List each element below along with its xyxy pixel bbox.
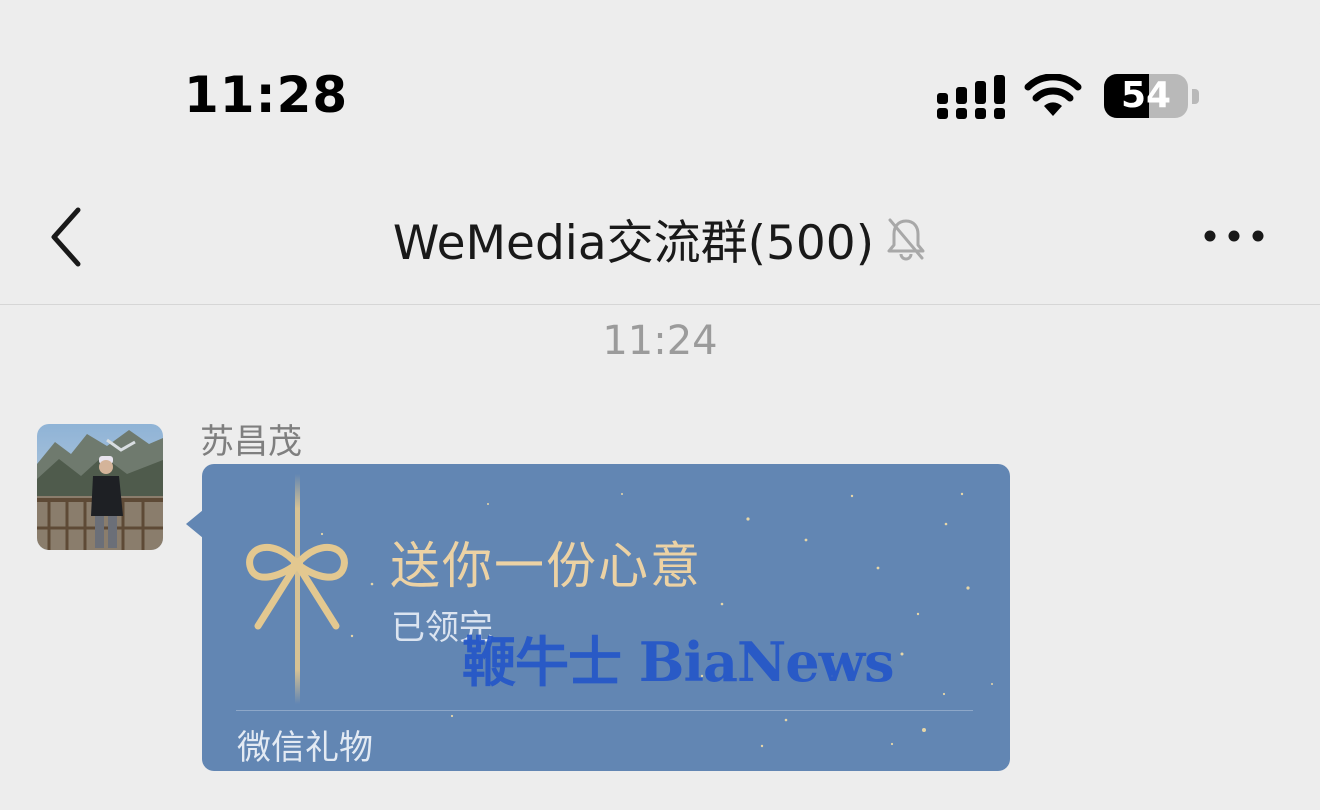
wifi-icon — [1024, 74, 1082, 116]
message-timestamp: 11:24 — [602, 318, 718, 364]
ellipsis-icon — [1204, 230, 1264, 242]
avatar[interactable] — [37, 424, 163, 550]
sender-name: 苏昌茂 — [200, 422, 302, 462]
status-time: 11:28 — [184, 66, 349, 124]
page-title: WeMedia交流群(500) — [392, 216, 875, 271]
battery-level: 54 — [1120, 75, 1172, 116]
watermark-logo: 鞭牛士 BiaNews — [462, 630, 895, 694]
bubble-tail — [186, 510, 203, 538]
ribbon-bow-icon — [246, 474, 348, 704]
cellular-signal-icon — [937, 75, 1005, 119]
gift-divider — [236, 710, 973, 711]
nav-bar: WeMedia交流群(500) — [0, 180, 1320, 305]
status-bar: 11:28 54 — [0, 0, 1320, 180]
more-button[interactable] — [1196, 216, 1272, 256]
gift-footer: 微信礼物 — [237, 728, 373, 768]
chat-screen: 11:28 54 WeMedia交流群(500) 11:24 苏昌茂 送你一份心… — [0, 0, 1320, 810]
bell-slash-icon — [887, 218, 925, 260]
gift-title: 送你一份心意 — [390, 537, 702, 595]
nav-title-wrap: WeMedia交流群(500) — [0, 204, 1320, 273]
avatar-photo — [37, 424, 163, 550]
battery-icon: 54 — [1104, 74, 1199, 120]
